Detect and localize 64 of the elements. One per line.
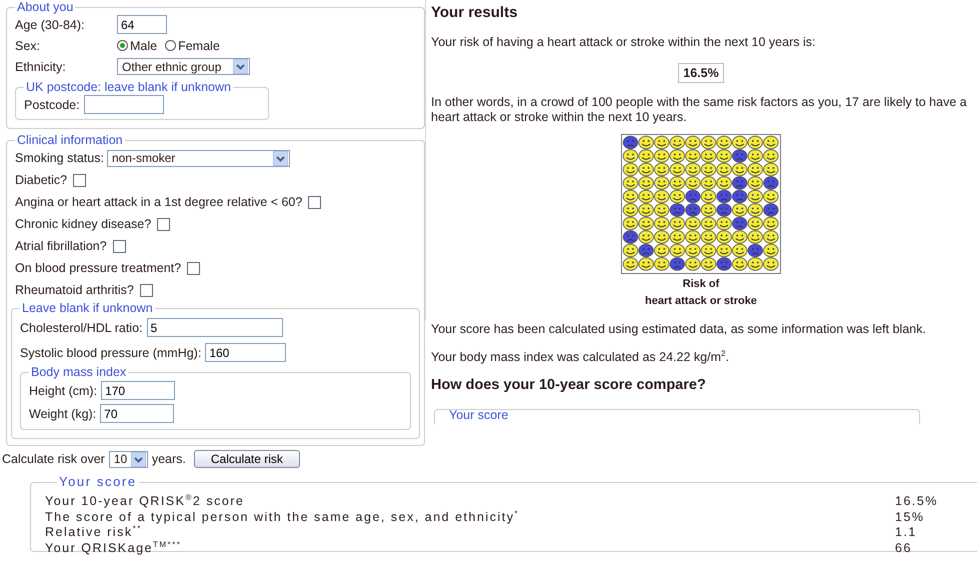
- field-label: Calculate risk over: [2, 452, 105, 466]
- field-label: Age (30-84):: [15, 18, 86, 32]
- score-value: 1.1: [895, 525, 917, 540]
- checkbox[interactable]: [112, 240, 126, 252]
- section-legend: About you: [15, 0, 76, 14]
- crowd-caption: Risk of: [682, 276, 720, 292]
- input-field[interactable]: 64: [117, 15, 167, 34]
- dropdown[interactable]: 10: [108, 450, 148, 468]
- note-text: Your score has been calculated using estimated data, as some information was left blank.: [431, 322, 927, 338]
- field-label: Angina or heart attack in a 1st degree relative < 60?: [15, 195, 302, 209]
- risk-intro-text: Your risk of having a heart attack or stroke within the next 10 years is:: [431, 35, 816, 51]
- input-field[interactable]: [84, 95, 164, 114]
- field-label: Sex:: [15, 38, 42, 52]
- section-legend: Leave blank if unknown: [20, 301, 155, 315]
- section-legend: Your score: [447, 410, 510, 422]
- calculate-button[interactable]: Calculate risk: [194, 450, 300, 468]
- results-heading: Your results: [431, 4, 518, 21]
- input-field[interactable]: 170: [101, 381, 176, 400]
- score-label: Your 10-year QRISK$^{®}$2 score: [45, 494, 246, 510]
- note-text: Your body mass index was calculated as 24.22 kg/m$^{2}$.: [431, 350, 730, 366]
- score-value: 16.5%: [895, 494, 938, 510]
- crowd-text: In other words, in a crowd of 100 people with the same risk factors as you, 17 are likely to have a heart attack or stroke within the next 10 years.: [431, 94, 968, 126]
- field-label: Atrial fibrillation?: [15, 239, 107, 253]
- caret-icon: [272, 150, 288, 166]
- section-legend: UK postcode: leave blank if unknown: [24, 80, 233, 94]
- dropdown[interactable]: non-smoker: [106, 150, 290, 166]
- radio-label[interactable]: Female: [178, 38, 220, 52]
- field-label: Smoking status:: [15, 151, 104, 165]
- radio-label[interactable]: Male: [130, 38, 158, 52]
- radio-button[interactable]: [117, 40, 128, 51]
- section-legend: Body mass index: [29, 365, 128, 379]
- input-field[interactable]: 70: [100, 404, 174, 423]
- section-legend: Your score: [57, 474, 139, 489]
- score-value: 66: [895, 540, 912, 556]
- field-label: Cholesterol/HDL ratio:: [20, 320, 143, 334]
- field-label: On blood pressure treatment?: [15, 261, 182, 275]
- caret-icon: [130, 452, 146, 466]
- checkbox[interactable]: [157, 218, 170, 230]
- score-value: 15%: [895, 510, 925, 525]
- crowd-caption: heart attack or stroke: [645, 294, 757, 309]
- field-label: Ethnicity:: [15, 60, 67, 74]
- score-label: The score of a typical person with the same age, sex, and ethnicity$^{*}$: [45, 510, 520, 525]
- input-field[interactable]: 5: [146, 318, 283, 337]
- field-label: Rheumatoid arthritis?: [15, 283, 134, 297]
- field-label: Weight (kg):: [29, 406, 96, 420]
- compare-heading: How does your 10-year score compare?: [431, 377, 707, 394]
- checkbox[interactable]: [187, 262, 200, 274]
- score-label: Your QRISKage$^{TM***}$: [45, 540, 182, 556]
- field-label: Chronic kidney disease?: [15, 217, 152, 231]
- checkbox[interactable]: [140, 284, 153, 296]
- caret-icon: [233, 59, 248, 74]
- field-label: Postcode:: [24, 98, 80, 112]
- field-label: years.: [152, 452, 186, 466]
- checkbox[interactable]: [73, 174, 86, 186]
- input-field[interactable]: 160: [205, 343, 286, 362]
- field-label: Diabetic?: [15, 173, 68, 187]
- field-label: Height (cm):: [29, 384, 98, 398]
- score-label: Relative risk$^{**}$: [45, 525, 143, 540]
- field-label: Systolic blood pressure (mmHg):: [20, 346, 202, 360]
- checkbox[interactable]: [308, 196, 322, 208]
- section-legend: Clinical information: [15, 133, 125, 147]
- radio-button[interactable]: [165, 40, 176, 51]
- risk-value: 16.5%: [678, 62, 724, 83]
- dropdown[interactable]: Other ethnic group: [117, 58, 250, 75]
